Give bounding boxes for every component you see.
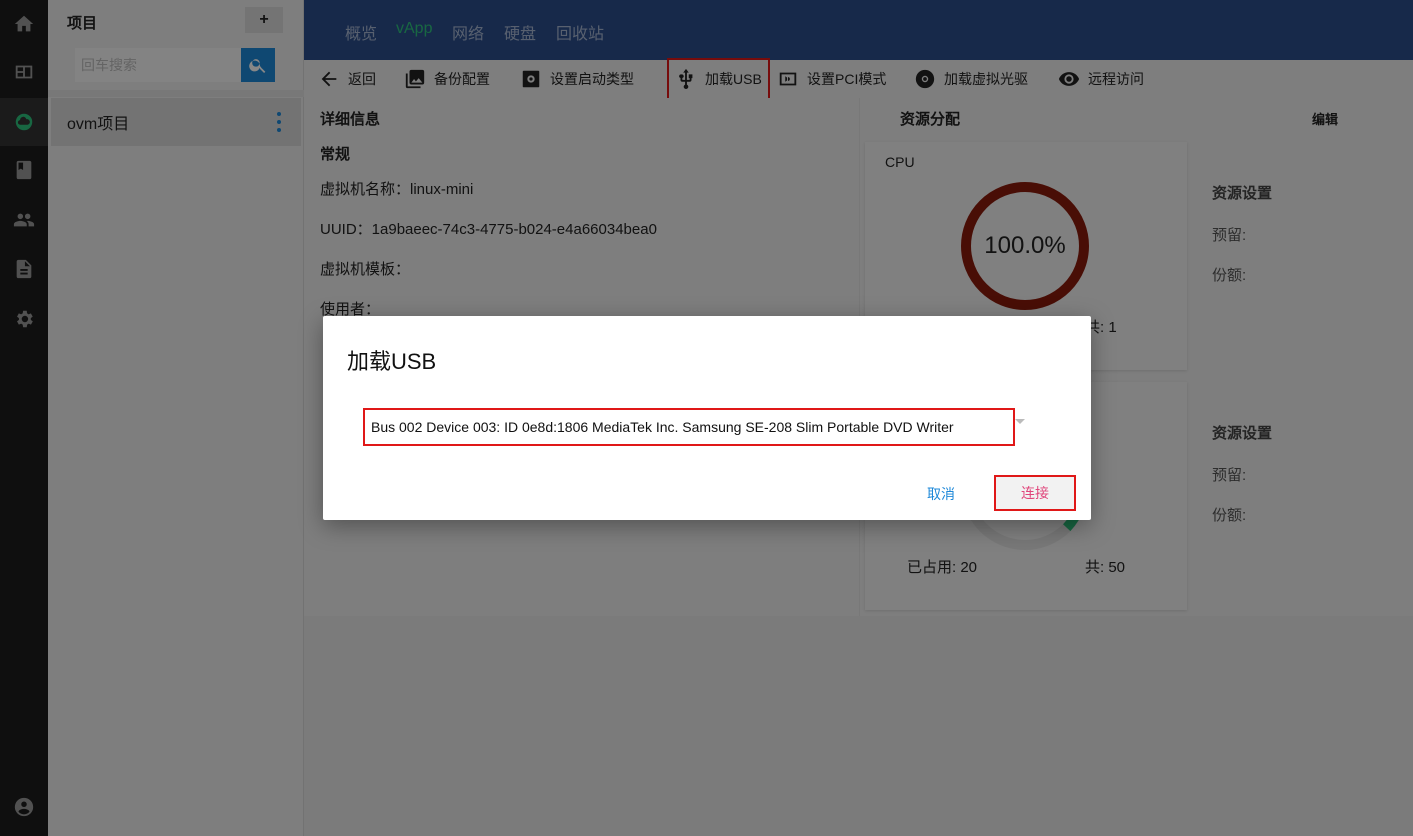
usb-device-label: Bus 002 Device 003: ID 0e8d:1806 MediaTe… (371, 419, 954, 435)
usb-device-select[interactable]: Bus 002 Device 003: ID 0e8d:1806 MediaTe… (363, 408, 1015, 446)
dialog-title: 加载USB (347, 349, 437, 374)
mount-usb-dialog: 加载USB Bus 002 Device 003: ID 0e8d:1806 M… (323, 316, 1091, 520)
cancel-button[interactable]: 取消 (927, 484, 955, 504)
chevron-down-icon[interactable] (1015, 419, 1025, 424)
connect-button[interactable]: 连接 (994, 475, 1076, 511)
